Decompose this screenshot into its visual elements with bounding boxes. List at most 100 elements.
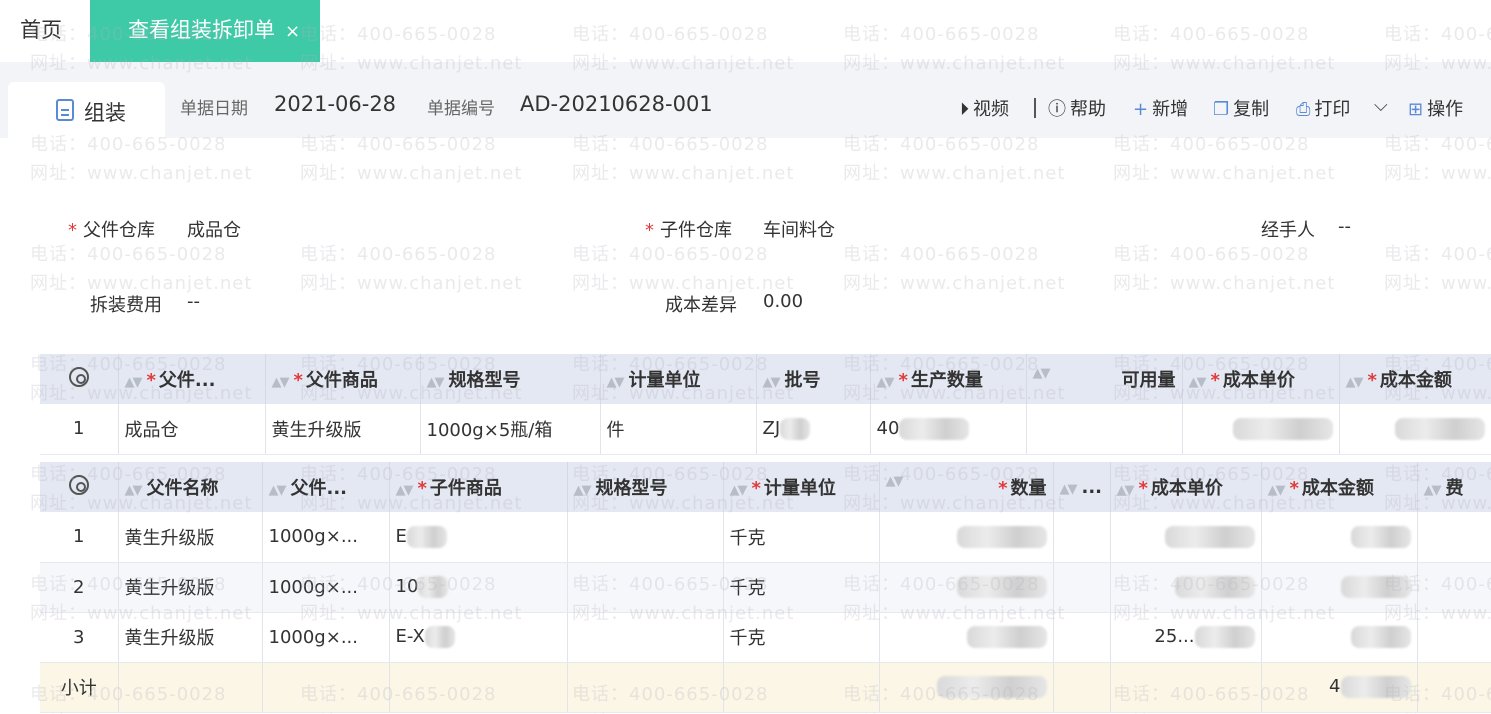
- cell-spec: [567, 612, 724, 663]
- cell-extra: [1053, 612, 1111, 663]
- row-index: 1: [40, 404, 119, 455]
- video-button[interactable]: ⏵ 视频: [960, 95, 1009, 121]
- column-header[interactable]: ▲▼ 规格型号: [567, 462, 724, 512]
- cell-unit: 千克: [723, 512, 880, 563]
- cell-unit-cost: [1110, 562, 1262, 613]
- subtotal-cell: [1053, 662, 1111, 713]
- cell-child-product: 10: [389, 562, 568, 613]
- table-row[interactable]: 2 黄生升级版 1000g×... 10 千克: [40, 562, 1491, 613]
- cell-fee: [1417, 612, 1491, 663]
- disassembly-fee-value[interactable]: --: [187, 291, 200, 312]
- copy-button[interactable]: ❐ 复制: [1213, 95, 1269, 121]
- column-header[interactable]: ▲▼ 可用量: [1026, 354, 1183, 404]
- column-header[interactable]: ▲▼ 父件...: [262, 462, 390, 512]
- cell-parent-name: 黄生升级版: [118, 512, 263, 563]
- column-header[interactable]: ▲▼ 父件名称: [118, 462, 263, 512]
- gear-icon: [68, 366, 89, 387]
- print-dropdown[interactable]: ⌵: [1374, 95, 1392, 116]
- help-button[interactable]: ⓘ 帮助: [1048, 95, 1106, 121]
- play-circle-icon: ⏵: [960, 99, 969, 120]
- cell-qty: [879, 562, 1054, 613]
- column-settings-button[interactable]: [40, 354, 119, 404]
- subtotal-cell: [1110, 662, 1262, 713]
- column-header[interactable]: ▲▼ * 父件商品: [265, 354, 421, 404]
- cell-batch: ZJ: [756, 404, 871, 455]
- cell-fee: [1417, 562, 1491, 613]
- cell-unit-cost: [1110, 512, 1262, 563]
- subtotal-cell: [262, 662, 390, 713]
- column-header[interactable]: ▲▼ * 子件商品: [389, 462, 568, 512]
- copy-label: 复制: [1233, 99, 1270, 120]
- cell-cost-amount: [1261, 512, 1418, 563]
- table-row[interactable]: 3 黄生升级版 1000g×... E-X 千克 25...: [40, 612, 1491, 663]
- subtotal-cell: [567, 662, 724, 713]
- tab-home[interactable]: 首页: [20, 14, 62, 44]
- cell-parent-spec: 1000g×...: [262, 612, 390, 663]
- subtotal-cell: [723, 662, 880, 713]
- grid-icon: ⊞: [1408, 99, 1424, 120]
- column-header[interactable]: ▲▼ 规格型号: [420, 354, 601, 404]
- doc-date-value: 2021-06-28: [274, 92, 397, 116]
- add-button[interactable]: + 新增: [1133, 95, 1188, 121]
- handler-value[interactable]: --: [1338, 216, 1351, 237]
- subtotal-qty: [879, 662, 1054, 713]
- cell-cost-amount: [1261, 562, 1418, 613]
- column-header[interactable]: ▲▼ 批号: [756, 354, 871, 404]
- sort-icon: ▲▼: [1059, 481, 1078, 497]
- column-header[interactable]: ▲▼ * 计量单位: [723, 462, 880, 512]
- sort-icon: ▲▼: [124, 375, 143, 390]
- gear-icon: [68, 474, 89, 495]
- column-header[interactable]: ▲▼ 费: [1417, 462, 1491, 512]
- table-row[interactable]: 1 黄生升级版 1000g×... E 千克: [40, 512, 1491, 563]
- sort-icon: ▲▼: [1116, 483, 1135, 498]
- column-header[interactable]: ▲▼ * 成本金额: [1261, 462, 1418, 512]
- cell-parent-spec: 1000g×...: [262, 562, 390, 613]
- cell-parent-spec: 1000g×...: [262, 512, 390, 563]
- table-row[interactable]: 1 成品仓 黄生升级版 1000g×5瓶/箱 件 ZJ 40: [40, 404, 1491, 455]
- row-index: 3: [40, 612, 119, 663]
- table-header-row: ▲▼ 父件名称 ▲▼ 父件... ▲▼ * 子件商品 ▲▼ 规格型号 ▲▼ * 计量单位 ▲▼…: [40, 462, 1491, 512]
- sort-icon: ▲▼: [124, 483, 143, 498]
- parent-warehouse-value[interactable]: 成品仓: [187, 216, 241, 242]
- column-header[interactable]: ▲▼ * 数量: [879, 462, 1054, 512]
- subtotal-amount: 4: [1261, 662, 1418, 713]
- column-settings-button[interactable]: [40, 462, 119, 512]
- column-header[interactable]: ▲▼...: [1053, 462, 1111, 512]
- cell-unit: 件: [600, 404, 757, 455]
- tab-assembly[interactable]: 组装: [8, 82, 165, 142]
- doc-number-label: 单据编号: [427, 99, 495, 119]
- column-header[interactable]: ▲▼ 计量单位: [600, 354, 757, 404]
- sort-icon: ▲▼: [268, 483, 287, 498]
- tab-label: 查看组装拆卸单: [128, 18, 275, 42]
- column-header[interactable]: ▲▼ * 成本单价: [1182, 354, 1340, 404]
- tab-view-assembly-order[interactable]: 查看组装拆卸单 ×: [90, 0, 320, 62]
- print-label: 打印: [1314, 99, 1351, 120]
- column-header[interactable]: ▲▼ * 父件...: [118, 354, 266, 404]
- column-header[interactable]: ▲▼ * 成本金额: [1339, 354, 1491, 404]
- close-icon[interactable]: ×: [285, 21, 300, 42]
- child-warehouse-label: * 子件仓库: [645, 220, 732, 241]
- detail-tables: ▲▼ * 父件... ▲▼ * 父件商品 ▲▼ 规格型号 ▲▼ 计量单位 ▲▼ 批号 ▲▼ * 生…: [0, 348, 1491, 714]
- column-header[interactable]: ▲▼ * 成本单价: [1110, 462, 1262, 512]
- action-button[interactable]: ⊞ 操作: [1408, 95, 1463, 121]
- video-label: 视频: [973, 99, 1009, 120]
- sort-icon: ▲▼: [271, 375, 290, 390]
- sort-icon: ▲▼: [1345, 375, 1364, 390]
- child-warehouse-value[interactable]: 车间料仓: [763, 216, 835, 242]
- subtotal-cell: [389, 662, 568, 713]
- add-label: 新增: [1152, 99, 1189, 120]
- row-index: 1: [40, 512, 119, 563]
- sort-icon: ▲▼: [1267, 483, 1286, 498]
- cell-extra: [1053, 512, 1111, 563]
- cell-available-qty: [1026, 404, 1183, 455]
- column-header[interactable]: ▲▼ * 生产数量: [870, 354, 1027, 404]
- table-header-row: ▲▼ * 父件... ▲▼ * 父件商品 ▲▼ 规格型号 ▲▼ 计量单位 ▲▼ 批号 ▲▼ * 生…: [40, 354, 1491, 404]
- cell-parent-warehouse: 成品仓: [118, 404, 266, 455]
- subtotal-cell: [118, 662, 263, 713]
- cell-spec: 1000g×5瓶/箱: [420, 404, 601, 455]
- print-button[interactable]: ⎙ 打印: [1296, 95, 1350, 121]
- sort-icon: ▲▼: [729, 483, 748, 498]
- sort-icon: ▲▼: [762, 375, 781, 390]
- parent-items-table: ▲▼ * 父件... ▲▼ * 父件商品 ▲▼ 规格型号 ▲▼ 计量单位 ▲▼ 批号 ▲▼ * 生…: [40, 354, 1491, 455]
- plus-icon: +: [1133, 99, 1149, 120]
